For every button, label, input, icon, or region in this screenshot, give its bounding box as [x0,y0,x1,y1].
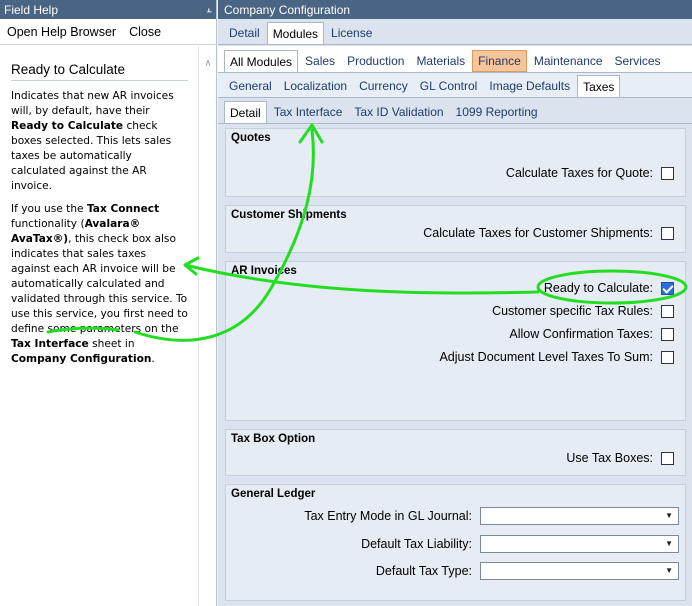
row-adjust-document-taxes: Adjust Document Level Taxes To Sum: [439,348,685,366]
help-content: Ready to Calculate Indicates that new AR… [0,46,197,606]
ready-to-calculate-label: Ready to Calculate: [543,281,653,295]
tab-finance[interactable]: Finance [472,50,527,72]
tab-tax-id-validation[interactable]: Tax ID Validation [349,101,448,123]
row-ready-to-calculate: Ready to Calculate: [544,279,685,297]
help-text: functionality ( [11,218,85,230]
use-tax-boxes-label: Use Tax Boxes: [566,451,653,465]
help-bold: Ready to Calculate [11,120,124,132]
tab-taxes[interactable]: Taxes [577,75,621,97]
dropdown-arrow-icon: ▼ [665,511,673,520]
help-scrollbar[interactable]: ∧ [198,46,216,606]
allow-confirmation-taxes-checkbox[interactable] [661,327,674,341]
tab-sales[interactable]: Sales [300,50,340,72]
row-default-tax-type: Default Tax Type: ▼ [376,562,685,580]
calc-quote-checkbox[interactable] [661,166,674,180]
tab-localization[interactable]: Localization [279,75,352,97]
help-bold: Tax Connect [86,203,160,215]
close-button[interactable]: Close [129,25,161,39]
group-title-tax-box: Tax Box Option [231,433,316,445]
tab-tax-interface[interactable]: Tax Interface [269,101,348,123]
customer-tax-rules-checkbox[interactable] [661,304,674,318]
field-help-pane: Field Help ⫠ Open Help Browser Close Rea… [0,0,217,606]
group-title-general-ledger: General Ledger [231,488,316,500]
tab-image-defaults[interactable]: Image Defaults [484,75,575,97]
tab-gl-control[interactable]: GL Control [415,75,483,97]
field-help-title: Field Help [4,2,59,17]
tab-license[interactable]: License [326,22,377,44]
tabs-row-1: Detail Modules License [218,21,692,45]
field-help-titlebar: Field Help ⫠ [0,0,216,19]
company-configuration-title: Company Configuration [224,2,351,17]
dropdown-arrow-icon: ▼ [665,539,673,548]
field-help-toolbar: Open Help Browser Close [0,19,216,45]
default-tax-type-select[interactable]: ▼ [480,562,679,580]
tab-materials[interactable]: Materials [411,50,470,72]
pin-icon[interactable]: ⫠ [206,4,212,15]
group-title-ar-invoices: AR Invoices [231,265,297,277]
row-use-tax-boxes: Use Tax Boxes: [566,449,685,467]
group-title-shipments: Customer Shipments [231,209,347,221]
help-text: , this check box also indicates that sal… [11,233,188,335]
tab-modules[interactable]: Modules [266,22,325,44]
scroll-up-icon[interactable]: ∧ [202,58,214,69]
row-tax-entry-mode: Tax Entry Mode in GL Journal: ▼ [304,507,685,525]
help-text: sheet in [88,338,135,350]
group-customer-shipments: Customer Shipments Calculate Taxes for C… [225,205,686,253]
tab-services[interactable]: Services [610,50,666,72]
default-tax-liability-select[interactable]: ▼ [480,535,679,553]
group-quotes: Quotes Calculate Taxes for Quote: [225,128,686,197]
group-tax-box-option: Tax Box Option Use Tax Boxes: [225,429,686,476]
tab-currency[interactable]: Currency [354,75,413,97]
ready-to-calculate-checkbox[interactable] [661,281,674,295]
tab-1099-reporting[interactable]: 1099 Reporting [451,101,543,123]
dropdown-arrow-icon: ▼ [665,566,673,575]
open-help-browser-button[interactable]: Open Help Browser [7,25,116,39]
tax-interface-link[interactable]: Tax Interface [11,338,89,350]
taxes-detail-content: Quotes Calculate Taxes for Quote: Custom… [218,125,692,606]
help-heading: Ready to Calculate [11,62,188,81]
group-title-quotes: Quotes [231,132,271,144]
row-default-tax-liability: Default Tax Liability: ▼ [361,535,685,553]
adjust-document-taxes-checkbox[interactable] [661,350,674,364]
default-tax-liability-label: Default Tax Liability: [361,537,472,551]
row-calc-quote: Calculate Taxes for Quote: [506,164,685,182]
adjust-document-taxes-label: Adjust Document Level Taxes To Sum: [439,350,653,364]
tab-detail[interactable]: Detail [224,22,265,44]
row-calc-shipments: Calculate Taxes for Customer Shipments: [423,224,685,242]
tabs-row-3: General Localization Currency GL Control… [218,73,692,98]
tab-taxes-detail[interactable]: Detail [224,101,267,123]
customer-tax-rules-label: Customer specific Tax Rules: [492,304,653,318]
tabs-row-4: Detail Tax Interface Tax ID Validation 1… [218,98,692,124]
default-tax-type-label: Default Tax Type: [375,564,472,578]
help-bold: Company Configuration [11,353,152,365]
calc-shipments-checkbox[interactable] [661,226,674,240]
help-text: . [151,353,155,365]
tab-all-modules[interactable]: All Modules [224,50,299,72]
tabs-row-2: All Modules Sales Production Materials F… [218,46,692,73]
group-ar-invoices: AR Invoices Ready to Calculate: Customer… [225,261,686,421]
allow-confirmation-taxes-label: Allow Confirmation Taxes: [509,327,653,341]
tab-maintenance[interactable]: Maintenance [529,50,608,72]
use-tax-boxes-checkbox[interactable] [661,451,674,465]
help-text: Indicates that new AR invoices will, by … [11,90,174,117]
help-paragraph-1: Indicates that new AR invoices will, by … [11,89,188,194]
help-text: If you use the [11,203,87,215]
calc-shipments-label: Calculate Taxes for Customer Shipments: [423,226,653,240]
help-paragraph-2: If you use the Tax Connect functionality… [11,202,188,367]
row-allow-confirmation-taxes: Allow Confirmation Taxes: [509,325,685,343]
tab-general[interactable]: General [224,75,277,97]
tax-entry-mode-label: Tax Entry Mode in GL Journal: [304,509,472,523]
company-configuration-titlebar: Company Configuration [218,0,692,19]
company-configuration-pane: Company Configuration Detail Modules Lic… [218,0,692,606]
group-general-ledger: General Ledger Tax Entry Mode in GL Jour… [225,484,686,601]
tax-entry-mode-select[interactable]: ▼ [480,507,679,525]
row-customer-tax-rules: Customer specific Tax Rules: [492,302,685,320]
tab-production[interactable]: Production [342,50,409,72]
calc-quote-label: Calculate Taxes for Quote: [505,166,653,180]
